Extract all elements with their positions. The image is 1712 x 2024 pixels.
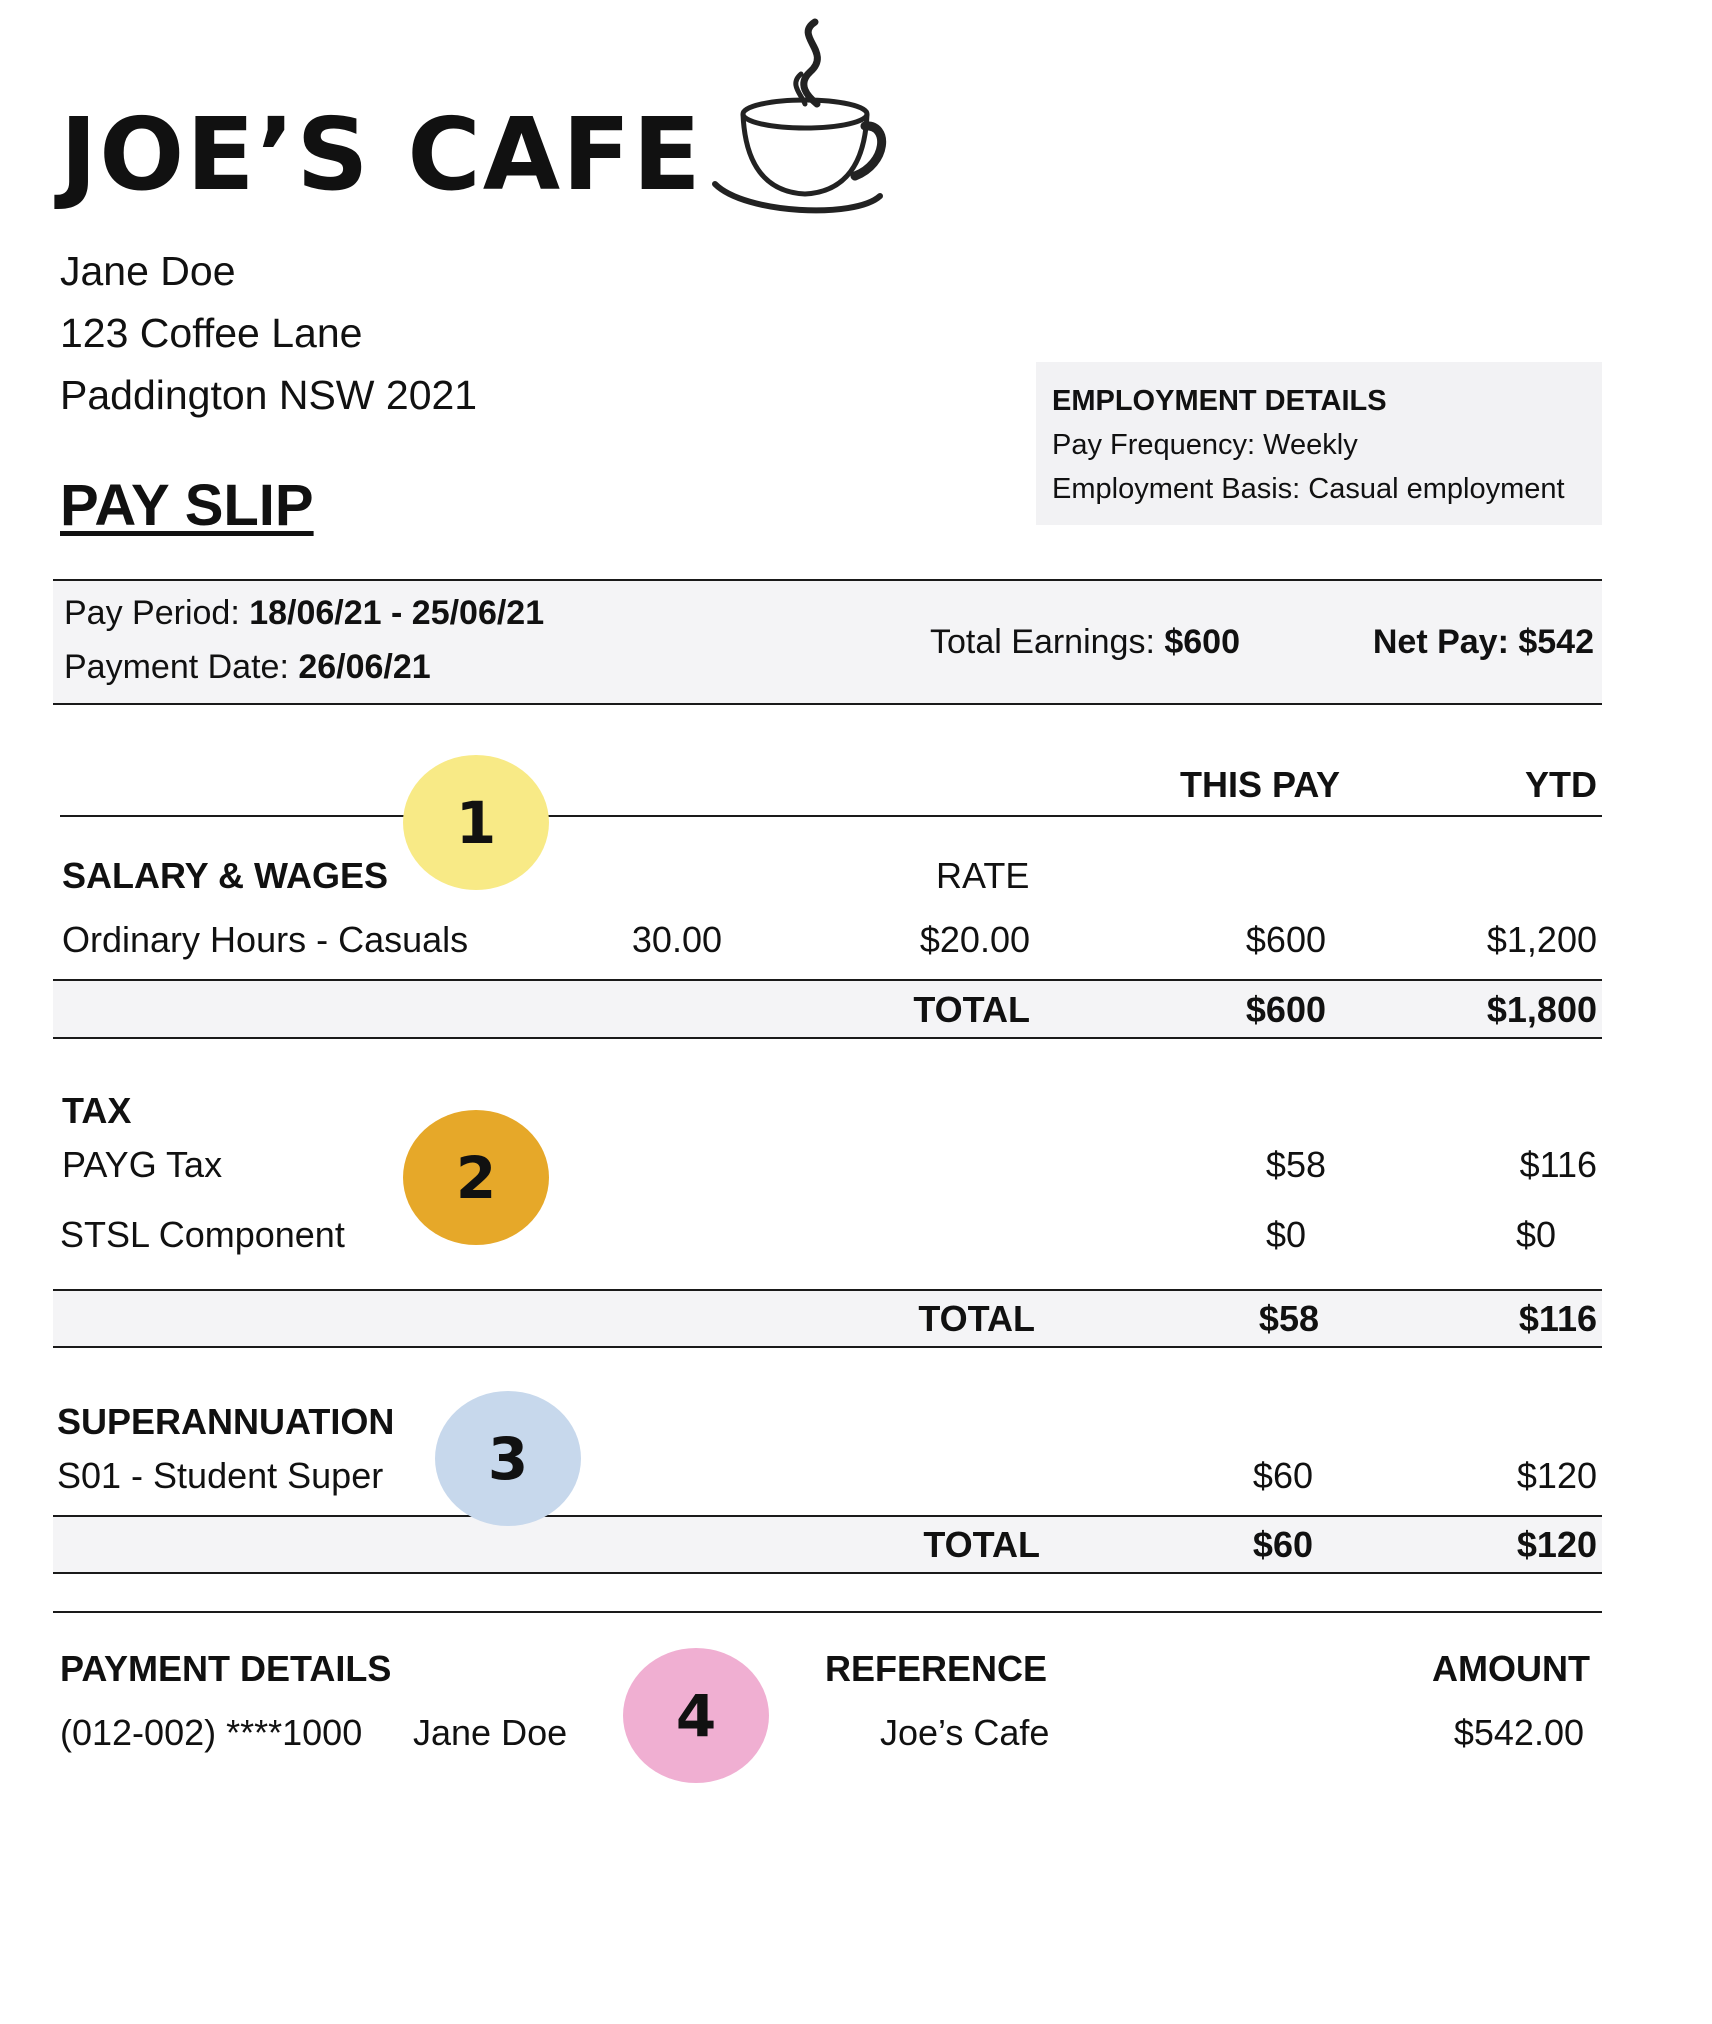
marker-4-label: 4 — [675, 1681, 717, 1750]
marker-1-label: 1 — [455, 788, 497, 857]
payment-heading: PAYMENT DETAILS — [60, 1648, 392, 1689]
total-earnings: Total Earnings: $600 — [930, 623, 1240, 662]
divider — [53, 1346, 1602, 1348]
tax-total-this-pay: $58 — [1258, 1298, 1319, 1339]
super-item-this-pay: $60 — [1252, 1455, 1313, 1496]
super-total-ytd: $120 — [1516, 1524, 1597, 1565]
payment-reference: Joe’s Cafe — [880, 1712, 1050, 1753]
super-total-label: TOTAL — [923, 1524, 1040, 1565]
salary-item-hours: 30.00 — [631, 919, 722, 960]
salary-heading: SALARY & WAGES — [62, 855, 389, 896]
payment-date-value: 26/06/21 — [298, 648, 431, 686]
amount-header: AMOUNT — [1432, 1648, 1590, 1689]
divider — [53, 1515, 1602, 1517]
divider — [60, 815, 1602, 817]
salary-total-band — [53, 980, 1602, 1037]
marker-2: 2 — [403, 1110, 549, 1245]
salary-total-this-pay: $600 — [1245, 989, 1326, 1030]
marker-3-label: 3 — [487, 1424, 529, 1493]
tax-item-label: PAYG Tax — [62, 1144, 223, 1185]
tax-total-ytd: $116 — [1518, 1298, 1597, 1339]
employee-address-line1: 123 Coffee Lane — [60, 310, 363, 356]
super-item-ytd: $120 — [1516, 1455, 1597, 1496]
divider — [53, 1611, 1602, 1613]
employee-address-line2: Paddington NSW 2021 — [60, 372, 478, 418]
super-item-label: S01 - Student Super — [57, 1455, 384, 1496]
tax-item-ytd: $0 — [1516, 1214, 1557, 1255]
tax-item-this-pay: $58 — [1265, 1144, 1326, 1185]
tax-item-this-pay: $0 — [1266, 1214, 1307, 1255]
marker-4: 4 — [623, 1648, 769, 1783]
payment-date: Payment Date: 26/06/21 — [64, 648, 431, 687]
divider — [53, 1289, 1602, 1291]
coffee-cup-icon — [712, 18, 886, 214]
pay-period: Pay Period: 18/06/21 - 25/06/21 — [64, 594, 544, 633]
total-earnings-value: $600 — [1164, 623, 1240, 661]
column-this-pay: THIS PAY — [1180, 764, 1341, 805]
tax-total-label: TOTAL — [918, 1298, 1035, 1339]
pay-frequency: Pay Frequency: Weekly — [1052, 429, 1358, 461]
marker-3: 3 — [435, 1391, 581, 1526]
super-total-band — [53, 1516, 1602, 1572]
rate-header: RATE — [936, 855, 1030, 896]
company-logo-text: JOE’S CAFE — [60, 96, 703, 213]
salary-item-label: Ordinary Hours - Casuals — [62, 919, 469, 960]
salary-item-this-pay: $600 — [1245, 919, 1326, 960]
tax-heading: TAX — [62, 1090, 132, 1131]
super-heading: SUPERANNUATION — [57, 1401, 395, 1442]
divider — [53, 579, 1602, 581]
tax-item-label: STSL Component — [60, 1214, 345, 1255]
salary-item-ytd: $1,200 — [1486, 919, 1597, 960]
page-title: PAY SLIP — [60, 473, 314, 538]
divider — [53, 979, 1602, 981]
marker-1: 1 — [403, 755, 549, 890]
total-earnings-label: Total Earnings: — [930, 623, 1165, 661]
divider — [53, 703, 1602, 705]
payment-account: (012-002) ****1000 — [60, 1712, 363, 1753]
marker-2-label: 2 — [455, 1143, 497, 1212]
divider — [53, 1037, 1602, 1039]
tax-item-ytd: $116 — [1519, 1144, 1597, 1185]
payment-date-label: Payment Date: — [64, 648, 299, 686]
divider — [53, 1572, 1602, 1574]
net-pay: Net Pay: $542 — [1372, 623, 1594, 661]
salary-total-label: TOTAL — [913, 989, 1030, 1030]
column-ytd: YTD — [1525, 764, 1597, 805]
payment-account-name: Jane Doe — [413, 1712, 568, 1753]
employment-details-heading: EMPLOYMENT DETAILS — [1052, 385, 1387, 417]
payment-amount: $542.00 — [1453, 1712, 1584, 1753]
pay-period-label: Pay Period: — [64, 594, 250, 632]
salary-total-ytd: $1,800 — [1486, 989, 1597, 1030]
reference-header: REFERENCE — [825, 1648, 1048, 1689]
pay-period-value: 18/06/21 - 25/06/21 — [249, 594, 545, 632]
tax-total-band — [53, 1290, 1602, 1346]
salary-item-rate: $20.00 — [919, 919, 1030, 960]
super-total-this-pay: $60 — [1252, 1524, 1313, 1565]
employee-name: Jane Doe — [60, 248, 236, 294]
employment-basis: Employment Basis: Casual employment — [1052, 473, 1565, 505]
